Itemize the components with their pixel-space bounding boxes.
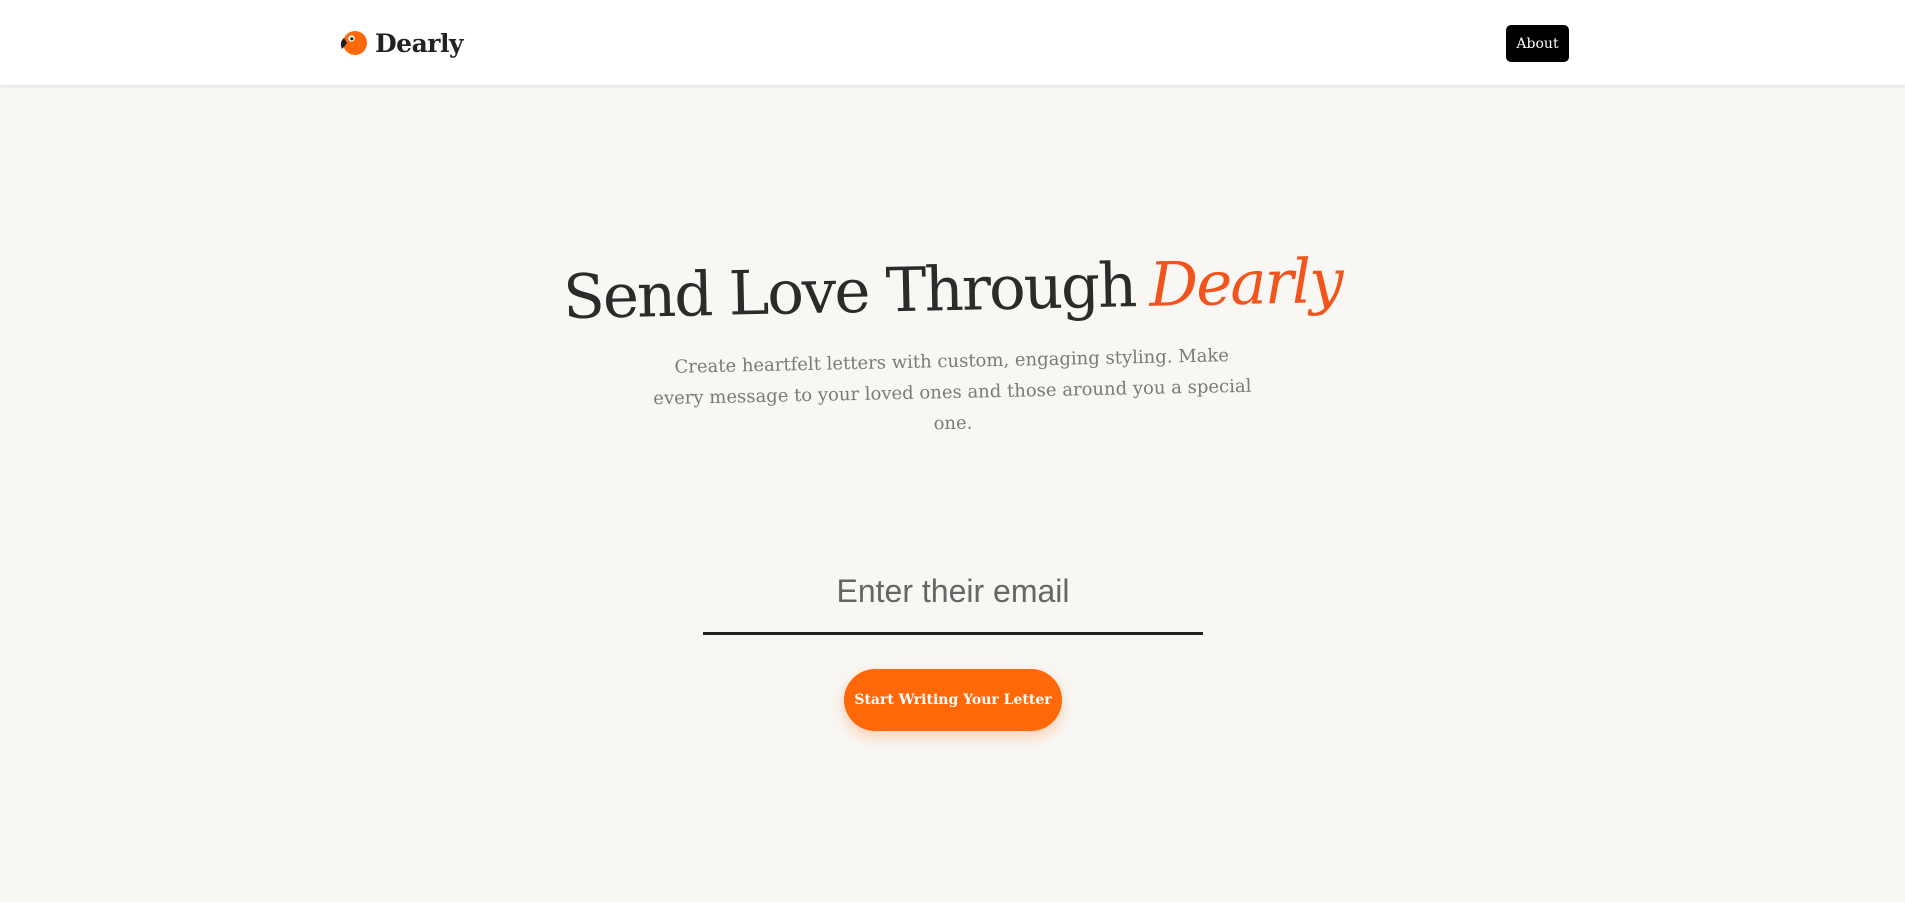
brand-name: Dearly — [375, 28, 463, 58]
brand-logo-link[interactable]: Dearly — [338, 27, 463, 59]
hero-title-text: Send Love Through — [562, 250, 1136, 334]
recipient-email-input[interactable] — [703, 557, 1203, 635]
hero-subtitle: Create heartfelt letters with custom, en… — [653, 345, 1252, 435]
hero-title-accent: Dearly — [1148, 245, 1343, 321]
parrot-head-icon — [340, 31, 367, 55]
start-writing-button[interactable]: Start Writing Your Letter — [844, 669, 1062, 731]
about-button[interactable]: About — [1506, 25, 1569, 62]
email-field-wrapper — [703, 557, 1203, 637]
top-navigation-bar: Dearly About — [0, 0, 1905, 86]
hero-title: Send Love Through Dearly — [0, 234, 1905, 345]
